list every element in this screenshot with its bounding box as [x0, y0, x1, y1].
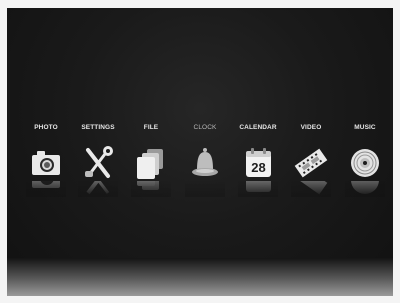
menu-item-label: FILE	[143, 124, 159, 131]
calendar-icon: 28	[238, 146, 278, 180]
menu-item-photo[interactable]: PHOTO	[18, 122, 74, 212]
bell-icon-reflection	[185, 181, 225, 197]
folder-icon	[131, 146, 171, 180]
menu-item-label: CALENDAR	[239, 124, 277, 131]
menu-item-label: PHOTO	[34, 124, 58, 131]
menu-item-video[interactable]: VIDEO	[283, 122, 339, 212]
device-frame: PHOTO SETTINGS FILE CLOCK CALENDAR 28 VI…	[0, 0, 400, 303]
menu-item-label: CLOCK	[193, 124, 217, 131]
menu-item-label: MUSIC	[354, 124, 376, 131]
folder-icon-reflection	[131, 181, 171, 197]
tools-icon	[78, 146, 118, 180]
film-icon	[291, 146, 331, 180]
menu-item-settings[interactable]: SETTINGS	[70, 122, 126, 212]
menu-item-calendar[interactable]: CALENDAR 28	[230, 122, 286, 212]
menu-item-label: VIDEO	[300, 124, 322, 131]
tools-icon-reflection	[78, 181, 118, 197]
camera-icon-reflection	[26, 181, 66, 197]
bell-icon	[185, 146, 225, 180]
main-menu: PHOTO SETTINGS FILE CLOCK CALENDAR 28 VI…	[15, 122, 385, 212]
menu-item-clock[interactable]: CLOCK	[177, 122, 233, 212]
menu-item-music[interactable]: MUSIC	[337, 122, 393, 212]
film-icon-reflection	[291, 181, 331, 197]
floor-gradient	[7, 258, 393, 296]
disc-icon-reflection	[345, 181, 385, 197]
menu-item-file[interactable]: FILE	[123, 122, 179, 212]
screen: PHOTO SETTINGS FILE CLOCK CALENDAR 28 VI…	[7, 8, 393, 296]
calendar-day-number: 28	[251, 160, 265, 175]
calendar-icon-reflection	[238, 181, 278, 197]
menu-item-label: SETTINGS	[81, 124, 115, 131]
disc-icon	[345, 146, 385, 180]
camera-icon	[26, 146, 66, 180]
